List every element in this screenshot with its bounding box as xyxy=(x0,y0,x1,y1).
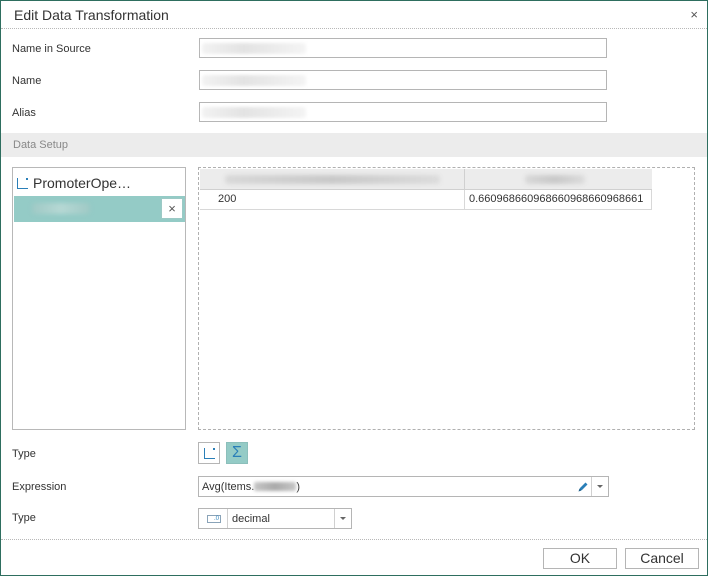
expression-suffix: ) xyxy=(296,481,301,493)
name-in-source-field[interactable] xyxy=(199,38,607,58)
alias-label: Alias xyxy=(12,107,36,119)
redacted-value xyxy=(202,43,306,54)
redacted-value xyxy=(525,175,585,184)
grid-header xyxy=(200,169,652,190)
type-label: Type xyxy=(12,448,36,460)
edit-expression-pencil-icon[interactable] xyxy=(575,479,591,494)
grid-cell: 200 xyxy=(200,190,465,210)
field-list-panel: PromoterOpe… × xyxy=(12,167,186,430)
dialog-title: Edit Data Transformation xyxy=(14,7,169,23)
name-in-source-label: Name in Source xyxy=(12,43,91,55)
select-divider xyxy=(227,509,228,528)
selected-field-item[interactable]: × xyxy=(14,196,185,222)
ok-button[interactable]: OK xyxy=(543,548,617,569)
grid-cell: 0.660968660968660968660968661 xyxy=(465,190,652,210)
redacted-value xyxy=(254,482,297,491)
redacted-value xyxy=(202,75,306,86)
measure-type-button[interactable]: Σ xyxy=(226,442,248,464)
grid-header-cell-1[interactable] xyxy=(200,169,465,189)
data-type-value: decimal xyxy=(232,513,270,525)
data-setup-section: Data Setup xyxy=(1,133,707,157)
redacted-value xyxy=(32,203,90,214)
dialog-titlebar: Edit Data Transformation × xyxy=(1,1,707,29)
remove-field-button[interactable]: × xyxy=(161,198,183,219)
expression-text: Avg(Items.) xyxy=(202,481,300,493)
data-type-select[interactable]: .0 decimal xyxy=(198,508,352,529)
field-item-label: PromoterOpe… xyxy=(33,175,132,191)
expression-dropdown-chevron-down-icon[interactable] xyxy=(591,477,608,496)
footer-divider xyxy=(1,539,707,540)
chevron-down-icon[interactable] xyxy=(334,509,351,528)
cancel-button[interactable]: Cancel xyxy=(625,548,699,569)
dimension-axis-icon xyxy=(17,177,28,189)
expression-label: Expression xyxy=(12,481,67,493)
expression-prefix: Avg(Items. xyxy=(202,481,255,493)
alias-field[interactable] xyxy=(199,102,607,122)
redacted-value xyxy=(202,107,306,118)
dimension-type-button[interactable] xyxy=(198,442,220,464)
decimal-type-icon: .0 xyxy=(207,515,221,523)
name-field[interactable] xyxy=(199,70,607,90)
data-setup-label: Data Setup xyxy=(13,139,69,151)
field-item-promoter[interactable]: PromoterOpe… xyxy=(17,174,131,192)
data-type-label: Type xyxy=(12,512,36,524)
name-label: Name xyxy=(12,75,42,87)
grid-header-cell-2[interactable] xyxy=(465,169,652,189)
close-icon[interactable]: × xyxy=(690,8,698,21)
expression-input[interactable]: Avg(Items.) xyxy=(198,476,609,497)
dimension-axis-icon xyxy=(203,447,215,459)
sigma-measure-icon: Σ xyxy=(232,444,242,461)
data-preview-grid: 200 0.660968660968660968660968661 xyxy=(198,167,695,430)
edit-data-transformation-dialog: Edit Data Transformation × Name in Sourc… xyxy=(0,0,708,576)
redacted-value xyxy=(225,175,440,184)
